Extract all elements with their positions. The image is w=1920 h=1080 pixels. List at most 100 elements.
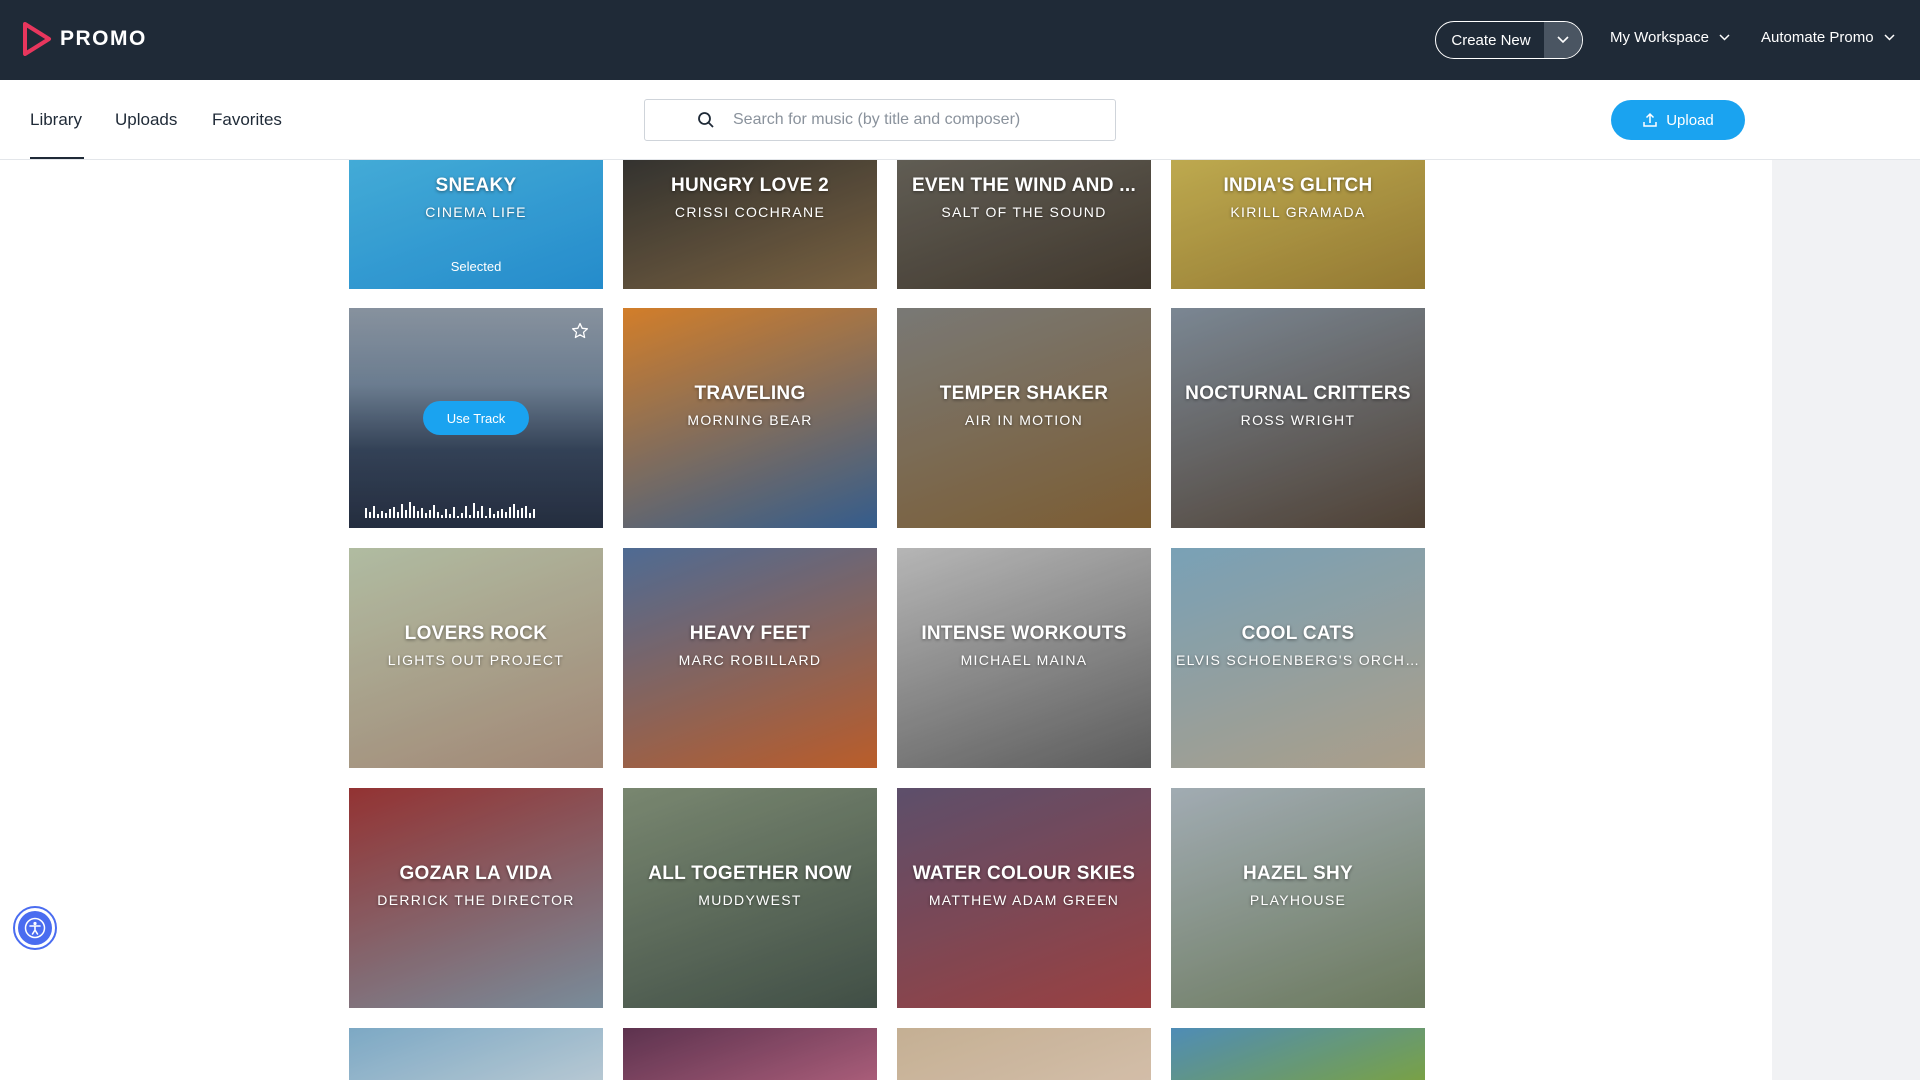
- search-icon: [698, 112, 714, 128]
- accessibility-icon: [18, 911, 52, 945]
- track-artist: KIRILL GRAMADA: [1230, 204, 1366, 220]
- waveform-bar: [509, 507, 511, 518]
- waveform-bar: [465, 506, 467, 518]
- tab-library[interactable]: Library: [30, 110, 82, 130]
- waveform-bar: [517, 510, 519, 518]
- track-card[interactable]: HEAVY FEET MARC ROBILLARD: [623, 548, 877, 768]
- waveform-bar: [453, 507, 455, 518]
- track-card[interactable]: Use Track: [349, 308, 603, 528]
- top-bar: PROMO Create New My Workspace Automate P…: [0, 0, 1920, 80]
- chevron-down-icon: [1719, 34, 1730, 41]
- track-artist: CINEMA LIFE: [425, 204, 527, 220]
- selected-label: Selected: [450, 259, 502, 274]
- waveform-bar: [425, 513, 427, 518]
- automate-promo-menu[interactable]: Automate Promo: [1761, 29, 1895, 46]
- waveform-bar: [469, 515, 471, 518]
- promo-logo[interactable]: PROMO: [22, 22, 147, 56]
- create-new-label[interactable]: Create New: [1436, 22, 1544, 58]
- waveform-bar: [401, 504, 403, 518]
- track-title: HUNGRY LOVE 2: [670, 175, 830, 196]
- track-title: INDIA'S GLITCH: [1223, 175, 1373, 196]
- track-artist: MICHAEL MAINA: [960, 652, 1088, 668]
- track-card[interactable]: HUNGRY LOVE 2 CRISSI COCHRANE: [623, 160, 877, 289]
- track-card[interactable]: HAZEL SHY PLAYHOUSE: [1171, 788, 1425, 1008]
- track-card[interactable]: SNEAKY CINEMA LIFE Selected: [349, 160, 603, 289]
- brand-name: PROMO: [60, 27, 147, 50]
- track-card[interactable]: COOL CATS ELVIS SCHOENBERG'S ORCHE...: [1171, 548, 1425, 768]
- track-artist: MARC ROBILLARD: [678, 652, 822, 668]
- track-artist: MUDDYWEST: [698, 892, 802, 908]
- waveform-bar: [533, 509, 535, 518]
- track-card[interactable]: WATER COLOUR SKIES MATTHEW ADAM GREEN: [897, 788, 1151, 1008]
- track-title: ALL TOGETHER NOW: [648, 863, 852, 884]
- waveform-bar: [481, 506, 483, 518]
- track-artist: ELVIS SCHOENBERG'S ORCHE...: [1176, 652, 1425, 668]
- track-artist: AIR IN MOTION: [964, 412, 1083, 428]
- my-workspace-menu[interactable]: My Workspace: [1610, 29, 1730, 46]
- right-side-panel: [1772, 160, 1920, 1080]
- waveform-bar: [525, 506, 527, 518]
- track-card[interactable]: ALL TOGETHER NOW MUDDYWEST: [623, 788, 877, 1008]
- library-subnav: Library Uploads Favorites Upload: [0, 80, 1920, 160]
- track-card[interactable]: TRAVELING MORNING BEAR: [623, 308, 877, 528]
- waveform-bar: [529, 513, 531, 518]
- waveform-bar: [501, 509, 503, 518]
- waveform[interactable]: [365, 498, 587, 518]
- waveform-bar: [421, 508, 423, 518]
- promo-logo-icon: [23, 22, 51, 56]
- favorite-star-icon[interactable]: [571, 322, 589, 340]
- track-title: WATER COLOUR SKIES: [912, 863, 1136, 884]
- waveform-bar: [505, 512, 507, 518]
- waveform-bar: [429, 510, 431, 518]
- active-tab-indicator: [30, 157, 84, 159]
- waveform-bar: [457, 516, 459, 518]
- track-title: HAZEL SHY: [1242, 863, 1354, 884]
- track-artist: LIGHTS OUT PROJECT: [387, 652, 565, 668]
- upload-button[interactable]: Upload: [1611, 100, 1745, 140]
- waveform-bar: [477, 511, 479, 518]
- track-card[interactable]: [1171, 1028, 1425, 1080]
- create-new-button[interactable]: Create New: [1435, 21, 1583, 59]
- waveform-bar: [413, 506, 415, 518]
- waveform-bar: [385, 513, 387, 518]
- track-card[interactable]: EVEN THE WIND AND ... SALT OF THE SOUND: [897, 160, 1151, 289]
- waveform-bar: [513, 504, 515, 518]
- waveform-bar: [377, 514, 379, 518]
- track-card[interactable]: TEMPER SHAKER AIR IN MOTION: [897, 308, 1151, 528]
- track-card[interactable]: NOCTURNAL CRITTERS ROSS WRIGHT: [1171, 308, 1425, 528]
- tab-uploads[interactable]: Uploads: [115, 110, 177, 130]
- card-image-overlay: [1171, 1028, 1425, 1080]
- track-title: NOCTURNAL CRITTERS: [1185, 383, 1411, 404]
- create-new-dropdown-button[interactable]: [1544, 22, 1582, 58]
- waveform-bar: [393, 507, 395, 518]
- track-card[interactable]: LOVERS ROCK LIGHTS OUT PROJECT: [349, 548, 603, 768]
- search-input[interactable]: [733, 100, 1103, 140]
- track-card[interactable]: [897, 1028, 1151, 1080]
- waveform-bar: [521, 508, 523, 518]
- upload-icon: [1643, 112, 1657, 127]
- accessibility-button[interactable]: [13, 906, 57, 950]
- waveform-bar: [485, 516, 487, 518]
- track-card[interactable]: [349, 1028, 603, 1080]
- track-artist: MATTHEW ADAM GREEN: [928, 892, 1120, 908]
- use-track-button[interactable]: Use Track: [423, 401, 529, 435]
- track-card[interactable]: GOZAR LA VIDA DERRICK THE DIRECTOR: [349, 788, 603, 1008]
- track-title: GOZAR LA VIDA: [399, 863, 553, 884]
- track-artist: DERRICK THE DIRECTOR: [377, 892, 575, 908]
- search-box[interactable]: [644, 99, 1116, 141]
- track-card[interactable]: INDIA'S GLITCH KIRILL GRAMADA: [1171, 160, 1425, 289]
- waveform-bar: [445, 509, 447, 518]
- track-title: COOL CATS: [1241, 623, 1355, 644]
- track-artist: CRISSI COCHRANE: [674, 204, 826, 220]
- tab-favorites[interactable]: Favorites: [212, 110, 282, 130]
- waveform-bar: [449, 514, 451, 518]
- waveform-bar: [409, 502, 411, 518]
- card-image-overlay: [897, 1028, 1151, 1080]
- waveform-bar: [373, 506, 375, 518]
- track-title: TRAVELING: [694, 383, 806, 404]
- track-card[interactable]: [623, 1028, 877, 1080]
- waveform-bar: [397, 512, 399, 518]
- waveform-bar: [473, 503, 475, 518]
- track-artist: MORNING BEAR: [687, 412, 813, 428]
- track-card[interactable]: INTENSE WORKOUTS MICHAEL MAINA: [897, 548, 1151, 768]
